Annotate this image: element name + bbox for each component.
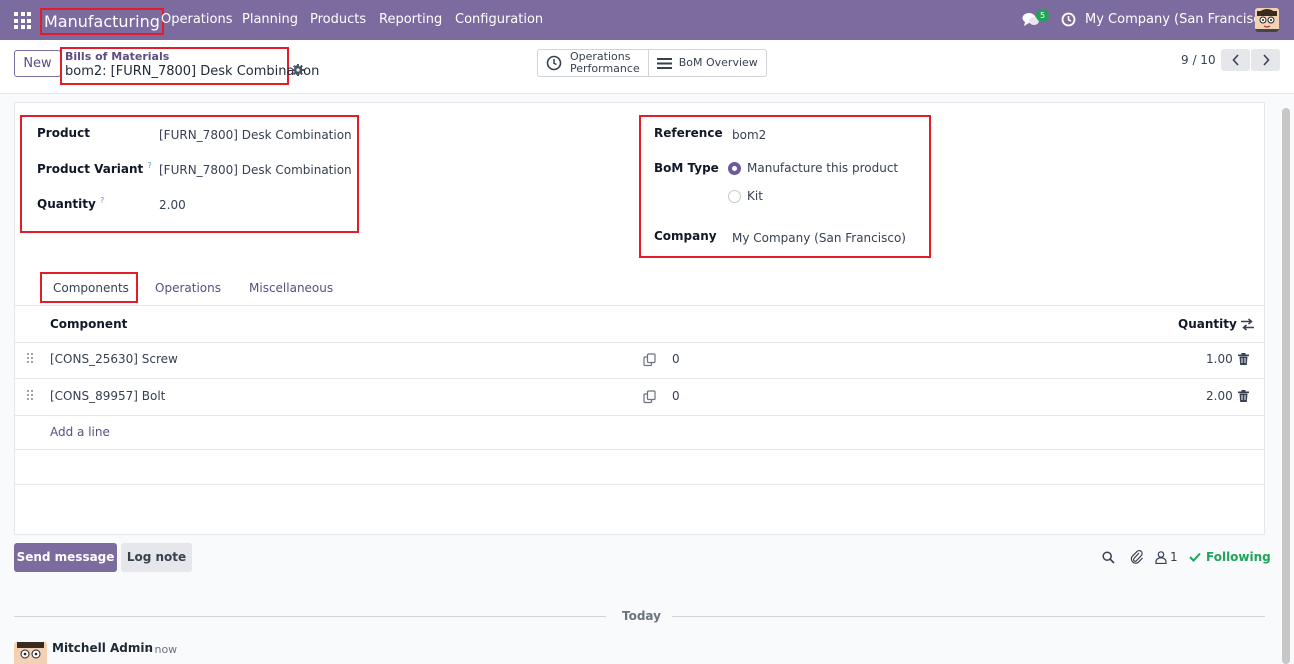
user-icon[interactable] <box>1155 551 1167 564</box>
help-icon[interactable]: ? <box>100 196 104 205</box>
menu-operations[interactable]: Operations <box>161 12 232 27</box>
component-cell[interactable]: [CONS_25630] Screw <box>50 352 178 366</box>
apps-grid-icon[interactable] <box>14 12 31 29</box>
copy-icon[interactable] <box>643 353 656 367</box>
pager-previous-button[interactable] <box>1221 49 1250 71</box>
optional-columns-icon[interactable] <box>1241 318 1254 331</box>
company-label: Company <box>654 229 717 243</box>
bom-type-label: BoM Type <box>654 161 719 175</box>
product-label: Product <box>37 126 90 140</box>
bom-type-option-kit[interactable]: Kit <box>747 189 763 203</box>
send-message-button[interactable]: Send message <box>14 543 117 572</box>
tab-operations[interactable]: Operations <box>155 281 221 295</box>
component-cell[interactable]: [CONS_89957] Bolt <box>50 389 165 403</box>
quantity-label: Quantity ? <box>37 196 105 211</box>
row-divider <box>15 415 1264 416</box>
variant-label: Product Variant ? <box>37 161 152 176</box>
operations-performance-button[interactable]: Operations Performance <box>538 50 648 76</box>
breadcrumb-current: bom2: [FURN_7800] Desk Combination <box>65 64 320 79</box>
app-name[interactable]: Manufacturing <box>40 8 164 35</box>
quantity-field[interactable]: 2.00 <box>159 198 186 212</box>
reference-field[interactable]: bom2 <box>732 128 766 142</box>
date-divider <box>672 616 1265 617</box>
trash-icon[interactable] <box>1238 353 1249 365</box>
breadcrumb-parent[interactable]: Bills of Materials <box>65 50 284 63</box>
component-mid-cell: 0 <box>672 389 680 403</box>
message-author[interactable]: Mitchell Admin <box>52 641 153 655</box>
control-panel: New Bills of Materials bom2: [FURN_7800]… <box>0 40 1294 94</box>
search-icon[interactable] <box>1102 551 1115 564</box>
date-divider <box>14 616 606 617</box>
bom-overview-button[interactable]: BoM Overview <box>647 50 766 76</box>
log-note-button[interactable]: Log note <box>121 543 192 572</box>
quantity-cell[interactable]: 2.00 <box>1206 389 1233 403</box>
list-icon <box>656 57 672 69</box>
stat-operations-line2: Performance <box>570 62 640 75</box>
row-divider <box>15 449 1264 450</box>
bom-type-radio-kit[interactable] <box>728 190 741 203</box>
menu-products[interactable]: Products <box>310 12 366 27</box>
help-icon[interactable]: ? <box>147 161 151 170</box>
row-divider <box>15 342 1264 343</box>
bom-overview-label: BoM Overview <box>678 56 758 69</box>
quantity-cell[interactable]: 1.00 <box>1206 352 1233 366</box>
message-time: - now <box>147 643 178 656</box>
smart-buttons: Operations Performance BoM Overview <box>537 49 767 77</box>
chat-badge: 5 <box>1036 9 1049 22</box>
tab-components[interactable]: Components <box>53 281 129 295</box>
date-label: Today <box>622 609 661 623</box>
drag-handle-icon[interactable] <box>27 390 35 402</box>
variant-field[interactable]: [FURN_7800] Desk Combination <box>159 163 352 177</box>
row-divider <box>15 484 1264 485</box>
column-header-component[interactable]: Component <box>50 317 127 331</box>
column-header-quantity[interactable]: Quantity <box>1178 317 1237 331</box>
chevron-right-icon <box>1262 54 1270 66</box>
gear-icon[interactable] <box>292 64 304 76</box>
reference-label: Reference <box>654 126 723 140</box>
menu-configuration[interactable]: Configuration <box>455 12 543 27</box>
chevron-left-icon <box>1231 54 1239 66</box>
bom-type-radio-manufacture[interactable] <box>728 162 741 175</box>
breadcrumb: Bills of Materials bom2: [FURN_7800] Des… <box>60 47 320 85</box>
component-mid-cell: 0 <box>672 352 680 366</box>
company-field[interactable]: My Company (San Francisco) <box>732 231 906 245</box>
tab-miscellaneous[interactable]: Miscellaneous <box>249 281 333 295</box>
scrollbar[interactable] <box>1282 108 1290 664</box>
tabs-divider <box>14 305 1265 306</box>
clock-icon <box>546 55 562 71</box>
paperclip-icon[interactable] <box>1130 550 1144 564</box>
company-switcher[interactable]: My Company (San Francisco) <box>1085 12 1273 27</box>
following-button[interactable]: Following <box>1206 550 1271 564</box>
drag-handle-icon[interactable] <box>27 353 35 365</box>
followers-count[interactable]: 1 <box>1170 550 1178 564</box>
menu-planning[interactable]: Planning <box>242 12 298 27</box>
add-line-link[interactable]: Add a line <box>50 425 110 439</box>
user-avatar[interactable] <box>1255 8 1279 32</box>
check-icon <box>1189 552 1201 562</box>
menu-reporting[interactable]: Reporting <box>379 12 442 27</box>
copy-icon[interactable] <box>643 390 656 404</box>
activity-clock-icon[interactable] <box>1061 12 1076 27</box>
bom-type-option-manufacture[interactable]: Manufacture this product <box>747 161 898 175</box>
top-navbar: Manufacturing Operations Planning Produc… <box>0 0 1294 40</box>
pager-value[interactable]: 9 / 10 <box>1181 53 1216 67</box>
row-divider <box>15 378 1264 379</box>
product-field[interactable]: [FURN_7800] Desk Combination <box>159 128 352 142</box>
pager-next-button[interactable] <box>1251 49 1280 71</box>
message-author-avatar[interactable] <box>14 642 47 664</box>
new-button[interactable]: New <box>14 50 61 77</box>
trash-icon[interactable] <box>1238 390 1249 402</box>
